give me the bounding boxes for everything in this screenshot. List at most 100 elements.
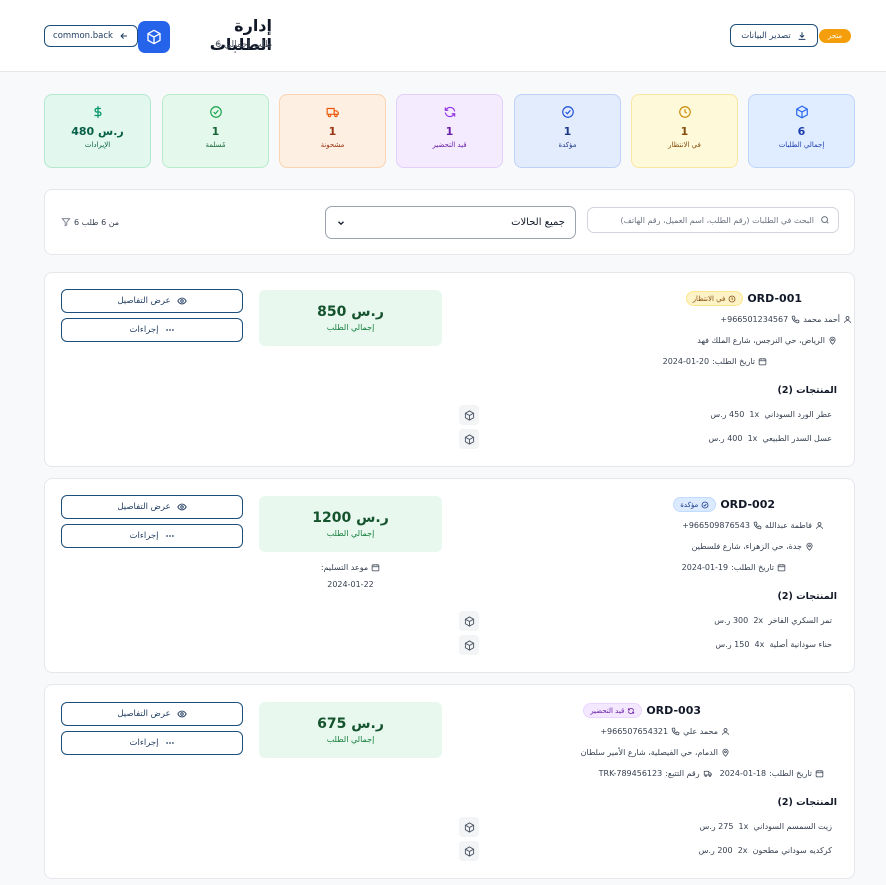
date-line: تاريخ الطلب: 2024-01-20 <box>567 357 767 366</box>
arrow-left-icon <box>119 31 129 41</box>
products-title: المنتجات (2) <box>777 591 837 602</box>
actions-label: إجراءات <box>129 531 159 541</box>
date-tracking-line: تاريخ الطلب: 2024-01-18 رقم التتبع: TRK-… <box>584 769 824 778</box>
order-total-amount: 850 ر.س <box>317 304 384 320</box>
product-box-icon <box>459 405 479 425</box>
actions-label: إجراءات <box>129 738 159 748</box>
order-total-amount: 675 ر.س <box>317 716 384 732</box>
status-badge-text: مؤكدة <box>680 500 699 509</box>
phone-icon <box>753 521 762 530</box>
status-badge: قيد التحضير <box>583 703 643 718</box>
stat-delivered[interactable]: 1 مُسلمة <box>162 94 269 168</box>
check-circle-icon <box>561 105 575 119</box>
user-icon <box>843 315 852 324</box>
customer-line: فاطمة عبدالله +966509876543 <box>624 521 824 530</box>
product-box-icon <box>459 635 479 655</box>
view-details-label: عرض التفاصيل <box>117 502 171 512</box>
order-total: 850 ر.س إجمالي الطلب <box>259 290 442 346</box>
eye-icon <box>176 502 187 512</box>
order-total-label: إجمالي الطلب <box>326 735 375 744</box>
stat-revenue[interactable]: 480 ر.س الإيرادات <box>44 94 151 168</box>
page-subtitle: 6 طلب إجمالي <box>215 40 272 50</box>
stat-shipped[interactable]: 1 مشحونة <box>279 94 386 168</box>
map-pin-icon <box>721 748 730 757</box>
order-total-label: إجمالي الطلب <box>326 323 375 332</box>
order-card: في الانتظار ORD-001 أحمد محمد +966501234… <box>44 272 855 467</box>
actions-button[interactable]: إجراءات <box>61 318 243 342</box>
stat-value: 1 <box>680 125 689 138</box>
clock-icon <box>678 105 692 119</box>
order-total: 1200 ر.س إجمالي الطلب <box>259 496 442 552</box>
delivery-date-value: 2024-01-22 <box>327 580 374 589</box>
eye-icon <box>176 709 187 719</box>
order-card: مؤكدة ORD-002 فاطمة عبدالله +96650987654… <box>44 478 855 673</box>
results-count-text: 6 من 6 طلب <box>74 217 120 227</box>
customer-name: محمد علي <box>683 727 718 736</box>
view-details-label: عرض التفاصيل <box>117 709 171 719</box>
user-icon <box>815 521 824 530</box>
actions-button[interactable]: إجراءات <box>61 524 243 548</box>
search-input[interactable]: البحث في الطلبات (رقم الطلب، اسم العميل،… <box>587 207 839 233</box>
order-id: ORD-002 <box>720 498 775 511</box>
export-label: تصدير البيانات <box>741 30 791 41</box>
view-details-button[interactable]: عرض التفاصيل <box>61 289 243 313</box>
product-row: عسل السدر الطبيعي 1x 400 ر.س <box>708 434 832 443</box>
order-date: 2024-01-19 <box>681 563 729 572</box>
order-card: قيد التحضير ORD-003 محمد علي +9665076543… <box>44 684 855 879</box>
product-name: عطر الورد السوداني <box>764 410 832 419</box>
order-date-label: تاريخ الطلب: <box>731 563 774 572</box>
status-badge: مؤكدة <box>673 497 717 512</box>
order-header: مؤكدة ORD-002 <box>673 497 775 512</box>
stat-value: 1 <box>563 125 572 138</box>
calendar-icon <box>815 769 824 778</box>
calendar-icon <box>777 563 786 572</box>
order-total-amount: 1200 ر.س <box>312 510 389 526</box>
order-date: 2024-01-20 <box>662 357 710 366</box>
stat-value: 6 <box>797 125 806 138</box>
stat-label: إجمالي الطلبات <box>778 141 825 149</box>
view-details-label: عرض التفاصيل <box>117 296 171 306</box>
stat-label: مشحونة <box>320 141 345 149</box>
stat-total-orders[interactable]: 6 إجمالي الطلبات <box>748 94 855 168</box>
customer-address: الرياض، حي النرجس، شارع الملك فهد <box>697 336 825 345</box>
customer-phone: +966501234567 <box>720 315 789 324</box>
product-price: 300 ر.س <box>714 616 749 625</box>
store-badge: متجر <box>819 29 851 43</box>
status-select[interactable]: جميع الحالات <box>325 206 576 239</box>
customer-line: محمد علي +966507654321 <box>530 727 730 736</box>
stat-value: 1 <box>445 125 454 138</box>
view-details-button[interactable]: عرض التفاصيل <box>61 702 243 726</box>
product-qty: 2x <box>737 846 748 855</box>
product-box-icon <box>459 841 479 861</box>
customer-line: أحمد محمد +966501234567 <box>652 315 852 324</box>
back-label: common.back <box>53 31 113 41</box>
refresh-icon <box>443 105 457 119</box>
product-row: عطر الورد السوداني 1x 450 ر.س <box>710 410 832 419</box>
view-details-button[interactable]: عرض التفاصيل <box>61 495 243 519</box>
stat-label: في الانتظار <box>668 141 701 149</box>
stat-pending[interactable]: 1 في الانتظار <box>631 94 738 168</box>
product-qty: 2x <box>753 616 764 625</box>
truck-icon <box>326 105 340 119</box>
customer-address: الدمام، حي الفيصلية، شارع الأمير سلطان <box>580 748 718 757</box>
products-title: المنتجات (2) <box>777 797 837 808</box>
search-placeholder: البحث في الطلبات (رقم الطلب، اسم العميل،… <box>620 215 815 225</box>
product-row: حناء سودانية أصلية 4x 150 ر.س <box>715 640 832 649</box>
stat-label: مُسلمة <box>205 141 226 149</box>
export-button[interactable]: تصدير البيانات <box>730 24 818 47</box>
user-icon <box>721 727 730 736</box>
actions-button[interactable]: إجراءات <box>61 731 243 755</box>
product-qty: 1x <box>747 434 758 443</box>
page-header: common.back إدارة الطلبات 6 طلب إجمالي ت… <box>0 0 886 72</box>
stat-confirmed[interactable]: 1 مؤكدة <box>514 94 621 168</box>
product-name: كركديه سوداني مطحون <box>752 846 832 855</box>
product-price: 150 ر.س <box>715 640 750 649</box>
stat-preparing[interactable]: 1 قيد التحضير <box>396 94 503 168</box>
products-title: المنتجات (2) <box>777 385 837 396</box>
refresh-icon <box>627 707 635 715</box>
order-date-label: تاريخ الطلب: <box>712 357 755 366</box>
back-button[interactable]: common.back <box>44 25 138 47</box>
customer-phone: +966507654321 <box>600 727 669 736</box>
map-pin-icon <box>828 336 837 345</box>
order-date-label: تاريخ الطلب: <box>769 769 812 778</box>
